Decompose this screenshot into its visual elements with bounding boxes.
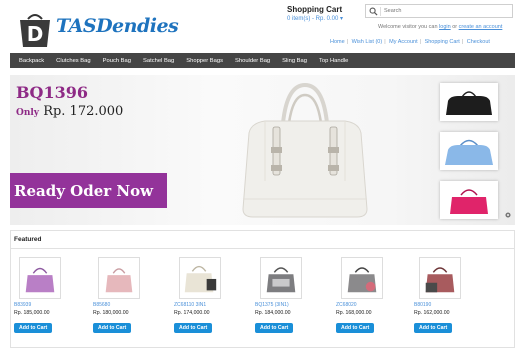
nav-item-backpack[interactable]: Backpack [19, 58, 44, 64]
ready-order-button[interactable]: Ready Oder Now [10, 173, 167, 208]
cart-summary-text[interactable]: 0 item(s) - Rp. 0.00 [287, 16, 338, 22]
product-code[interactable]: B83939 [14, 302, 80, 308]
separator: | [384, 39, 386, 45]
product-price: Rp. 168,000.00 [336, 310, 372, 316]
product-card[interactable]: B80190 Rp. 162,000.00 Add to Cart [414, 257, 480, 334]
login-link[interactable]: login [439, 24, 451, 30]
add-to-cart-button[interactable]: Add to Cart [93, 323, 132, 333]
site-logo-text[interactable]: TASDendies [56, 15, 179, 37]
product-code[interactable]: ZC68110 3IN1 [174, 302, 240, 308]
cart-summary[interactable]: 0 item(s) - Rp. 0.00 ▾ [287, 15, 343, 22]
promo-product-code: BQ1396 [16, 83, 88, 102]
separator: | [346, 39, 349, 45]
nav-item-pouch-bag[interactable]: Pouch Bag [103, 58, 131, 64]
hero-banner[interactable]: BQ1396 Only Rp. 172.000 Ready Oder Now [10, 75, 515, 225]
chevron-down-icon[interactable]: ▾ [340, 16, 343, 22]
welcome-message: Welcome visitor you can login or create … [378, 24, 502, 30]
add-to-cart-button[interactable]: Add to Cart [255, 323, 294, 333]
banner-thumb-blue-bag[interactable] [440, 132, 498, 170]
add-to-cart-button[interactable]: Add to Cart [336, 323, 375, 333]
separator: | [419, 39, 422, 45]
product-image[interactable] [179, 257, 221, 299]
product-price: Rp. 162,000.00 [414, 310, 450, 316]
or-text: or [452, 24, 458, 30]
product-image[interactable] [98, 257, 140, 299]
product-image[interactable] [419, 257, 461, 299]
product-card[interactable]: B83939 Rp. 185,000.00 Add to Cart [14, 257, 80, 334]
product-code[interactable]: ZC68020 [336, 302, 402, 308]
add-to-cart-button[interactable]: Add to Cart [174, 323, 213, 333]
top-link-wishlist[interactable]: Wish List (0) [352, 39, 383, 45]
search-box[interactable] [365, 4, 513, 18]
promo-price: Only Rp. 172.000 [16, 104, 123, 119]
top-link-home[interactable]: Home [330, 39, 345, 45]
product-card[interactable]: ZC68110 3IN1 Rp. 174,000.00 Add to Cart [174, 257, 240, 334]
logo-badge-icon[interactable]: D [18, 12, 52, 48]
banner-thumb-pink-bag[interactable] [440, 181, 498, 219]
add-to-cart-button[interactable]: Add to Cart [414, 323, 453, 333]
product-card[interactable]: B85680 Rp. 180,000.00 Add to Cart [93, 257, 159, 334]
product-price: Rp. 174,000.00 [174, 310, 210, 316]
nav-item-top-handle[interactable]: Top Handle [319, 58, 348, 64]
product-card[interactable]: ZC68020 Rp. 168,000.00 Add to Cart [336, 257, 402, 334]
featured-title: Featured [11, 231, 514, 249]
search-input[interactable] [384, 6, 509, 16]
gear-icon[interactable] [504, 211, 512, 219]
top-link-cart[interactable]: Shopping Cart [425, 39, 460, 45]
category-nav: Backpack Clutches Bag Pouch Bag Satchel … [10, 53, 515, 68]
welcome-prefix: Welcome visitor you can [378, 24, 438, 30]
search-icon[interactable] [369, 7, 378, 16]
nav-item-satchel-bag[interactable]: Satchel Bag [143, 58, 174, 64]
top-link-checkout[interactable]: Checkout [467, 39, 490, 45]
top-links: Home | Wish List (0) | My Account | Shoppin… [330, 39, 490, 45]
svg-text:D: D [27, 22, 44, 46]
promo-only-label: Only [16, 108, 40, 118]
promo-price-value: Rp. 172.000 [43, 104, 124, 119]
featured-section: Featured B83939 Rp. 185,000.00 Add to Ca… [10, 230, 515, 348]
product-price: Rp. 185,000.00 [14, 310, 50, 316]
product-price: Rp. 180,000.00 [93, 310, 129, 316]
nav-item-clutches-bag[interactable]: Clutches Bag [56, 58, 90, 64]
product-price: Rp. 184,000.00 [255, 310, 291, 316]
nav-item-shopper-bags[interactable]: Shopper Bags [186, 58, 223, 64]
product-image[interactable] [341, 257, 383, 299]
product-code[interactable]: B85680 [93, 302, 159, 308]
product-card[interactable]: BQ1375 (3IN1) Rp. 184,000.00 Add to Cart [255, 257, 321, 334]
separator: | [461, 39, 464, 45]
product-image[interactable] [19, 257, 61, 299]
product-code[interactable]: B80190 [414, 302, 480, 308]
banner-thumb-black-bag[interactable] [440, 83, 498, 121]
cart-title[interactable]: Shopping Cart [287, 5, 342, 14]
product-code[interactable]: BQ1375 (3IN1) [255, 302, 321, 308]
search-divider [380, 7, 381, 16]
nav-item-shoulder-bag[interactable]: Shoulder Bag [235, 58, 270, 64]
product-image[interactable] [260, 257, 302, 299]
top-link-account[interactable]: My Account [389, 39, 417, 45]
nav-item-sling-bag[interactable]: Sling Bag [282, 58, 307, 64]
hero-handbag-image [242, 82, 368, 218]
create-account-link[interactable]: create an account [459, 24, 503, 30]
add-to-cart-button[interactable]: Add to Cart [14, 323, 53, 333]
